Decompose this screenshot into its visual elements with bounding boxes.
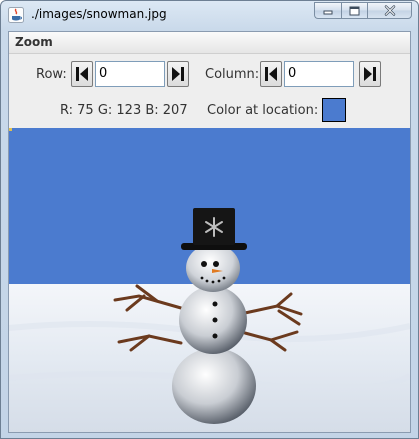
- menu-zoom[interactable]: Zoom: [15, 35, 53, 49]
- maximize-button[interactable]: [341, 2, 367, 19]
- maximize-icon: [349, 6, 360, 15]
- column-decrement-button[interactable]: [260, 61, 282, 87]
- row-increment-button[interactable]: [167, 61, 189, 87]
- menu-bar: Zoom: [9, 32, 410, 54]
- snowman-eye: [213, 261, 219, 267]
- right-arrow-icon: [364, 67, 376, 81]
- app-window: ./images/snowman.jpg Zoom Row: 0 Column:…: [0, 0, 419, 439]
- java-icon: [8, 7, 24, 23]
- right-arrow-icon: [172, 67, 184, 81]
- color-at-location-label: Color at location:: [207, 103, 319, 118]
- close-icon: [384, 5, 395, 16]
- snowman-image[interactable]: [9, 128, 410, 432]
- minimize-button[interactable]: [314, 2, 341, 19]
- title-bar[interactable]: ./images/snowman.jpg: [1, 1, 418, 31]
- window-title: ./images/snowman.jpg: [31, 7, 167, 21]
- snowman-bottom-ball: [172, 348, 256, 424]
- snowman-button: [212, 317, 218, 323]
- snowman-eye: [201, 261, 207, 267]
- snowman-button: [212, 333, 218, 339]
- row-label: Row:: [36, 67, 67, 82]
- left-arrow-icon: [265, 67, 277, 81]
- row-field[interactable]: 0: [95, 61, 165, 87]
- row-decrement-button[interactable]: [71, 61, 93, 87]
- color-swatch: [322, 98, 346, 122]
- column-increment-button[interactable]: [359, 61, 381, 87]
- snowman-button: [212, 301, 218, 307]
- close-button[interactable]: [367, 2, 412, 19]
- column-label: Column:: [205, 67, 260, 82]
- snowman-head: [186, 244, 240, 292]
- column-field[interactable]: 0: [284, 61, 354, 87]
- rgb-readout: R: 75 G: 123 B: 207: [60, 103, 188, 118]
- caption-buttons: [314, 2, 412, 21]
- client-area: Zoom Row: 0 Column: 0 R: 75 G: 123 B: 20…: [8, 31, 411, 433]
- left-arrow-icon: [76, 67, 88, 81]
- pixel-cursor-marker: [9, 128, 12, 131]
- minimize-icon: [323, 10, 333, 14]
